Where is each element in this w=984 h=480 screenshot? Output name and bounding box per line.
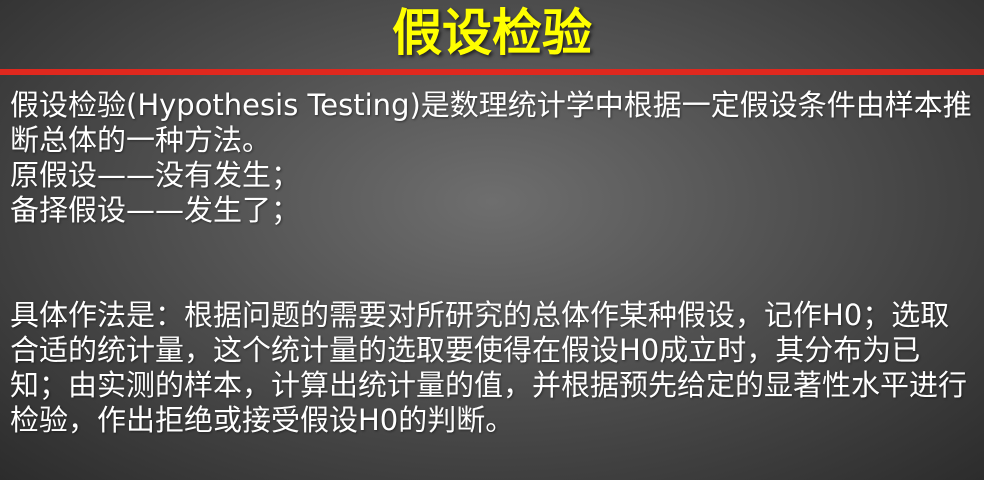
slide-body: 假设检验(Hypothesis Testing)是数理统计学中根据一定假设条件由…	[10, 88, 976, 438]
alternative-hypothesis-line: 备择假设——发生了；	[10, 193, 301, 227]
procedure-paragraph: 具体作法是：根据问题的需要对所研究的总体作某种假设，记作H0；选取合适的统计量，…	[10, 298, 968, 437]
title-divider	[0, 69, 984, 75]
definition-paragraph: 假设检验(Hypothesis Testing)是数理统计学中根据一定假设条件由…	[10, 88, 972, 157]
slide: 假设检验 假设检验(Hypothesis Testing)是数理统计学中根据一定…	[0, 0, 984, 480]
null-hypothesis-line: 原假设——没有发生；	[10, 158, 301, 192]
slide-title: 假设检验	[392, 4, 592, 62]
